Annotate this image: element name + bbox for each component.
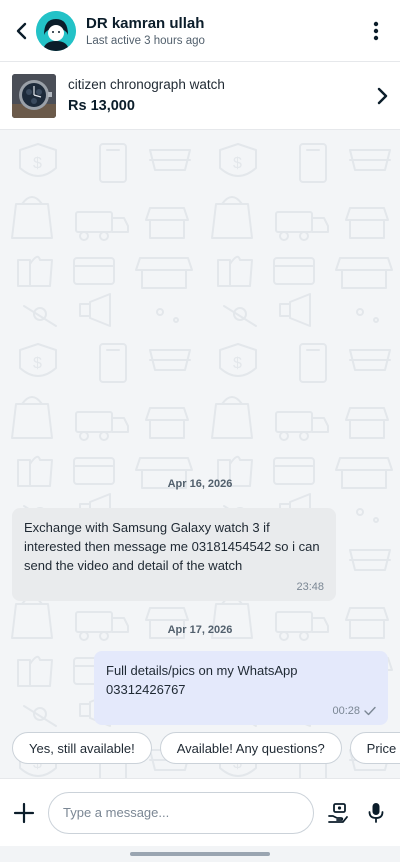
quick-reply-chip[interactable]: Price is [349, 732, 400, 764]
last-active-status: Last active 3 hours ago [86, 34, 205, 47]
message-input-wrapper [48, 791, 314, 834]
date-separator: Apr 16, 2026 [167, 478, 233, 490]
message-text: Exchange with Samsung Galaxy watch 3 if … [24, 520, 320, 573]
check-icon [364, 706, 376, 716]
message-time: 00:28 [332, 705, 360, 717]
incoming-message[interactable]: Exchange with Samsung Galaxy watch 3 if … [12, 508, 336, 601]
plus-icon [13, 802, 35, 823]
avatar[interactable] [36, 10, 76, 51]
message-composer [0, 778, 400, 846]
back-button[interactable] [10, 15, 32, 47]
outgoing-message[interactable]: Full details/pics on my WhatsApp 0331242… [94, 651, 388, 725]
chat-header: DR kamran ullah Last active 3 hours ago [0, 0, 400, 62]
message-meta: 00:28 [106, 705, 376, 717]
product-card[interactable]: citizen chronograph watch Rs 13,000 [0, 62, 400, 130]
microphone-icon [368, 802, 384, 823]
voice-message-button[interactable] [364, 801, 388, 825]
watch-image [12, 73, 56, 118]
home-indicator [130, 852, 270, 856]
more-options-button[interactable] [364, 15, 388, 47]
more-vertical-icon [373, 21, 379, 40]
user-avatar-icon [36, 10, 76, 51]
chevron-right-icon [377, 87, 388, 104]
contact-name: DR kamran ullah [86, 14, 205, 32]
quick-reply-chip[interactable]: Available! Any questions? [159, 732, 342, 764]
message-time: 23:48 [296, 581, 324, 593]
chat-title-block[interactable]: DR kamran ullah Last active 3 hours ago [86, 15, 364, 47]
add-attachment-button[interactable] [12, 801, 36, 825]
message-input[interactable] [61, 804, 301, 821]
product-price: Rs 13,000 [68, 98, 135, 114]
product-info: citizen chronograph watch Rs 13,000 [68, 77, 376, 114]
quick-replies: Yes, still available! Available! Any que… [12, 732, 400, 766]
date-separator: Apr 17, 2026 [167, 624, 233, 636]
message-text: Full details/pics on my WhatsApp 0331242… [106, 663, 298, 697]
make-offer-button[interactable] [326, 801, 350, 825]
product-thumbnail [12, 73, 56, 118]
quick-reply-chip[interactable]: Yes, still available! [12, 732, 152, 764]
chat-screen: $ [0, 0, 400, 862]
chevron-left-icon [16, 22, 27, 39]
product-name: citizen chronograph watch [68, 77, 225, 92]
hand-coin-icon [328, 802, 348, 823]
